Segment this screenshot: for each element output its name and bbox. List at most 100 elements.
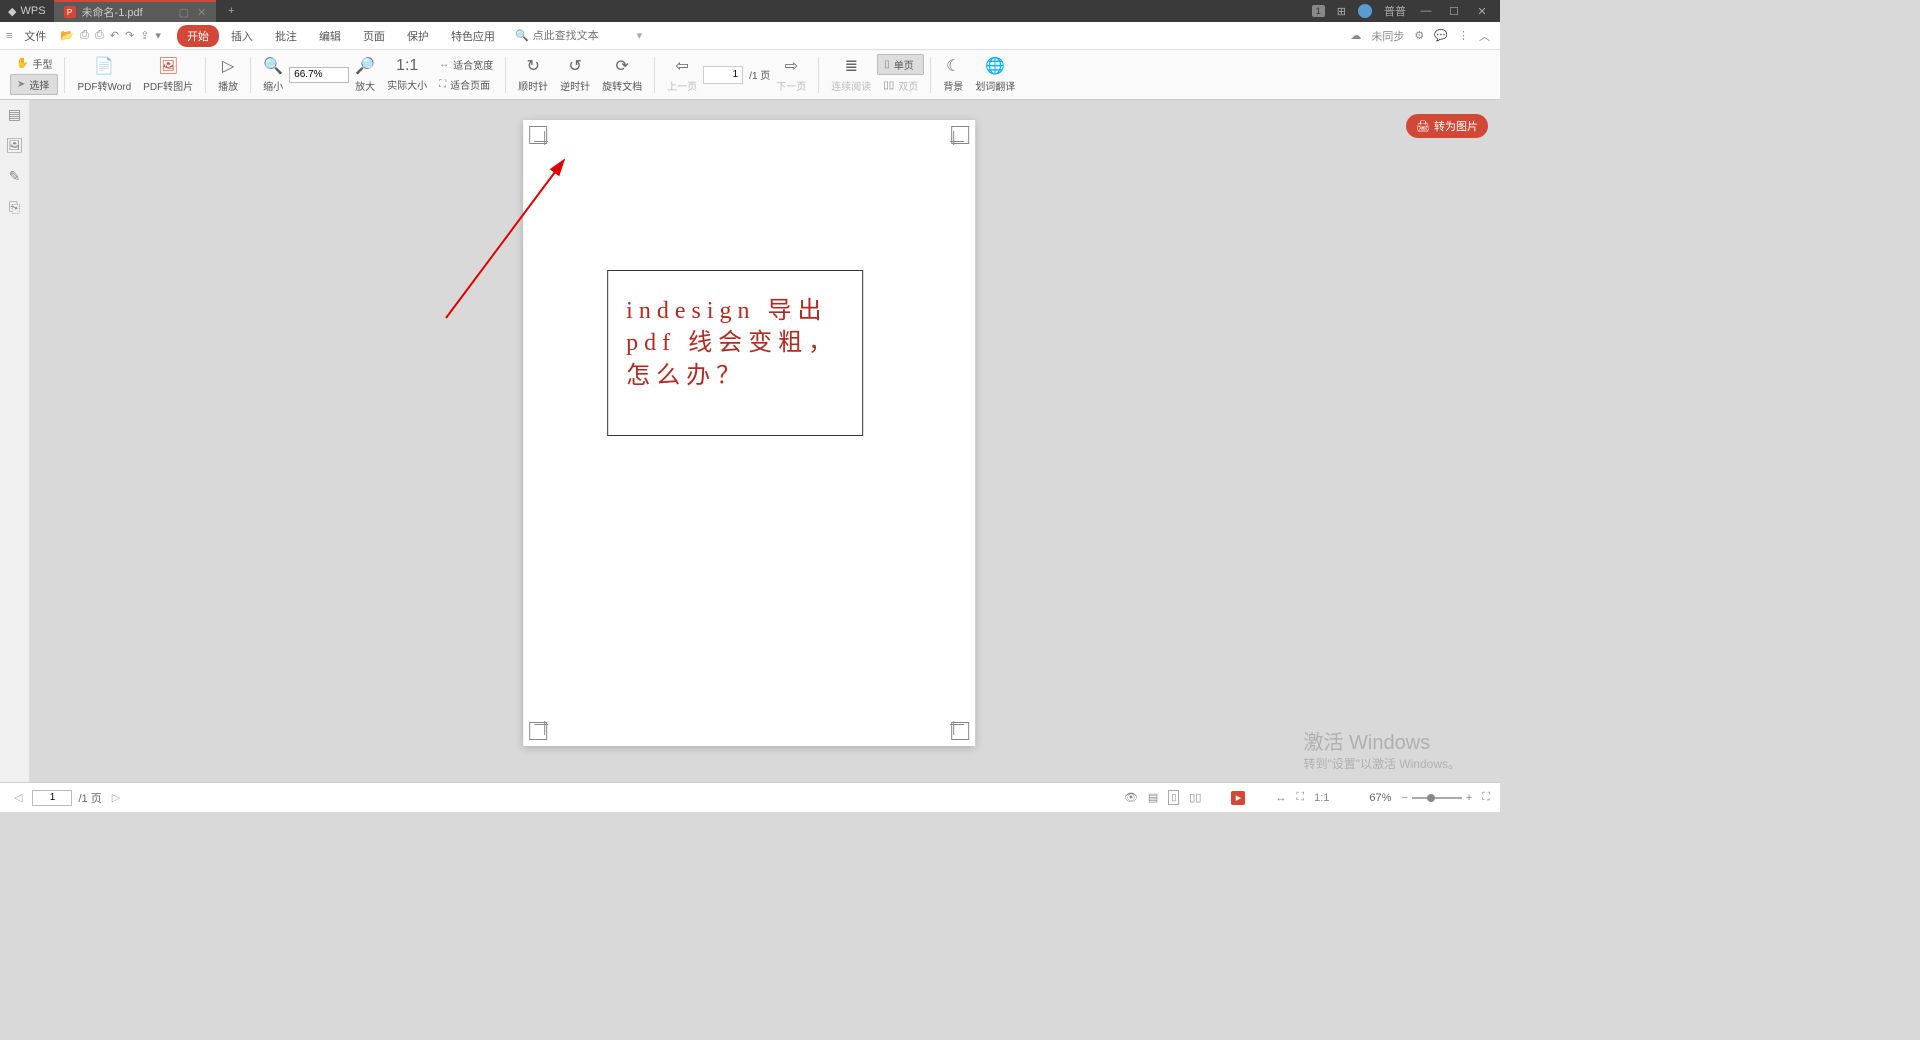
collapse-ribbon-icon[interactable]: ︿ [1479, 28, 1490, 44]
actual-size-status-icon[interactable]: 1:1 [1314, 792, 1329, 804]
status-page-input[interactable] [32, 790, 72, 806]
select-tool-button[interactable]: ➤选择 [10, 74, 58, 95]
rotate-ccw-button[interactable]: ↺逆时针 [554, 50, 596, 99]
pdf-to-image-button[interactable]: 🖼PDF转图片 [137, 50, 199, 99]
tab-annotate[interactable]: 批注 [265, 25, 307, 47]
status-page-total: /1 页 [78, 790, 101, 806]
tab-close-icon[interactable]: ✕ [197, 6, 206, 19]
fullscreen-icon[interactable]: ⛶ [1482, 791, 1490, 804]
fit-page-status-icon[interactable]: ⛶ [1296, 791, 1304, 804]
single-page-icon: ▯ [884, 59, 890, 70]
open-icon[interactable]: 📂 [60, 29, 74, 42]
record-icon[interactable] [1231, 791, 1245, 805]
zoom-slider[interactable] [1412, 797, 1462, 799]
status-next-page[interactable]: ▷ [108, 791, 124, 804]
status-prev-page[interactable]: ◁ [10, 791, 26, 804]
main-area: ▤ 🖼 ✎ ⎘ indesign 导出 pdf 线会变粗，怎么办？ 🖨 转为图片 [0, 100, 1500, 782]
fit-width-status-icon[interactable]: ↔ [1275, 792, 1286, 804]
search-input[interactable] [533, 30, 633, 42]
pdf-image-icon: 🖼 [158, 56, 178, 76]
crop-mark-tl [529, 126, 547, 144]
tab-edit[interactable]: 编辑 [309, 25, 351, 47]
close-button[interactable]: ✕ [1474, 5, 1490, 18]
play-icon: ▷ [222, 56, 234, 76]
double-page-button[interactable]: ▯▯双页 [877, 76, 924, 95]
document-tab[interactable]: P 未命名-1.pdf ▢ ✕ [54, 0, 217, 22]
fit-page-button[interactable]: ⛶适合页面 [433, 75, 499, 94]
more-icon[interactable]: ⋮ [1458, 29, 1469, 42]
cloud-sync-icon[interactable]: ☁ [1350, 29, 1361, 42]
single-page-button[interactable]: ▯单页 [877, 54, 924, 75]
bookmarks-icon[interactable]: 🖼 [6, 137, 24, 154]
search-box[interactable]: 🔍 ▾ [515, 29, 642, 42]
rotate-cw-icon: ↻ [526, 56, 539, 76]
convert-to-image-button[interactable]: 🖨 转为图片 [1406, 114, 1488, 138]
zoom-out-button[interactable]: 🔍缩小 [257, 50, 289, 99]
crop-mark-bl [529, 722, 547, 740]
undo-icon[interactable]: ↶ [110, 29, 119, 42]
qa-dropdown-icon[interactable]: ▾ [155, 29, 161, 42]
zoom-in-button[interactable]: 🔎放大 [349, 50, 381, 99]
fit-width-button[interactable]: ↔适合宽度 [433, 55, 499, 74]
status-bar: ◁ /1 页 ▷ 👁 ▤ ▯ ▯▯ ↔ ⛶ 1:1 67% − + ⛶ [0, 782, 1500, 812]
eye-icon[interactable]: 👁 [1124, 791, 1138, 804]
tab-start[interactable]: 开始 [177, 25, 219, 47]
tab-page[interactable]: 页面 [353, 25, 395, 47]
actual-size-button[interactable]: 1:1实际大小 [381, 50, 433, 99]
file-menu[interactable]: 文件 [18, 28, 52, 44]
rotate-doc-button[interactable]: ⟳旋转文档 [596, 50, 648, 99]
prev-page-button: ⇦上一页 [661, 50, 703, 99]
zoom-value-input[interactable] [289, 67, 349, 83]
fit-page-icon: ⛶ [439, 79, 446, 90]
redo-icon[interactable]: ↷ [125, 29, 134, 42]
print-icon[interactable]: ⎙ [95, 29, 104, 42]
maximize-button[interactable]: ☐ [1446, 5, 1462, 18]
translate-icon: 🌐 [985, 56, 1005, 76]
tab-features[interactable]: 特色应用 [441, 25, 505, 47]
save-icon[interactable]: ⎙ [80, 29, 89, 42]
add-tab-button[interactable]: + [216, 5, 246, 17]
hamburger-icon[interactable]: ≡ [0, 30, 18, 42]
background-button[interactable]: ☾背景 [937, 50, 969, 99]
word-translate-button[interactable]: 🌐划词翻译 [969, 50, 1021, 99]
minimize-button[interactable]: — [1418, 5, 1434, 17]
user-avatar-icon[interactable] [1358, 4, 1372, 18]
zoom-out-status[interactable]: − [1401, 792, 1407, 804]
left-sidebar: ▤ 🖼 ✎ ⎘ [0, 100, 30, 782]
hand-tool-button[interactable]: ✋手型 [10, 54, 58, 73]
rotate-ccw-icon: ↺ [568, 56, 581, 76]
view-mode-1-icon[interactable]: ▤ [1148, 791, 1158, 804]
quick-access-toolbar: 📂 ⎙ ⎙ ↶ ↷ ⇪ ▾ [52, 29, 169, 42]
view-mode-2-icon[interactable]: ▯ [1168, 790, 1179, 805]
pdf-to-word-button[interactable]: 📄PDF转Word [71, 50, 137, 99]
search-dropdown-icon[interactable]: ▾ [637, 29, 643, 42]
double-page-icon: ▯▯ [883, 80, 894, 91]
zoom-in-icon: 🔎 [355, 56, 375, 76]
page-number-input[interactable] [703, 66, 743, 84]
notification-badge[interactable]: 1 [1312, 5, 1325, 17]
attachments-icon[interactable]: ⎘ [9, 199, 20, 216]
title-bar: ◆ WPS P 未命名-1.pdf ▢ ✕ + 1 ⊞ 普普 — ☐ ✕ [0, 0, 1500, 22]
document-canvas[interactable]: indesign 导出 pdf 线会变粗，怎么办？ 🖨 转为图片 [30, 100, 1500, 782]
tab-insert[interactable]: 插入 [221, 25, 263, 47]
zoom-in-status[interactable]: + [1466, 792, 1472, 804]
feedback-icon[interactable]: 💬 [1434, 29, 1448, 42]
continuous-read-button[interactable]: ≣连续阅读 [825, 50, 877, 99]
play-button[interactable]: ▷播放 [212, 50, 244, 99]
apps-icon[interactable]: ⊞ [1337, 5, 1346, 18]
tab-protect[interactable]: 保护 [397, 25, 439, 47]
pdf-page: indesign 导出 pdf 线会变粗，怎么办？ [523, 120, 975, 746]
sync-status[interactable]: 未同步 [1371, 28, 1404, 44]
tab-restore-icon[interactable]: ▢ [179, 6, 189, 19]
ribbon-tabs: 开始 插入 批注 编辑 页面 保护 特色应用 [177, 25, 505, 47]
view-mode-3-icon[interactable]: ▯▯ [1189, 791, 1201, 804]
document-text: indesign 导出 pdf 线会变粗，怎么办？ [626, 295, 844, 392]
ribbon-toolbar: ✋手型 ➤选择 📄PDF转Word 🖼PDF转图片 ▷播放 🔍缩小 🔎放大 1:… [0, 50, 1500, 100]
settings-gear-icon[interactable]: ⚙ [1414, 29, 1424, 42]
thumbnails-icon[interactable]: ▤ [8, 106, 21, 123]
export-icon[interactable]: ⇪ [140, 29, 149, 42]
rotate-cw-button[interactable]: ↻顺时针 [512, 50, 554, 99]
crop-mark-tr [951, 126, 969, 144]
annotations-icon[interactable]: ✎ [9, 168, 21, 185]
next-page-icon: ⇨ [785, 56, 798, 76]
